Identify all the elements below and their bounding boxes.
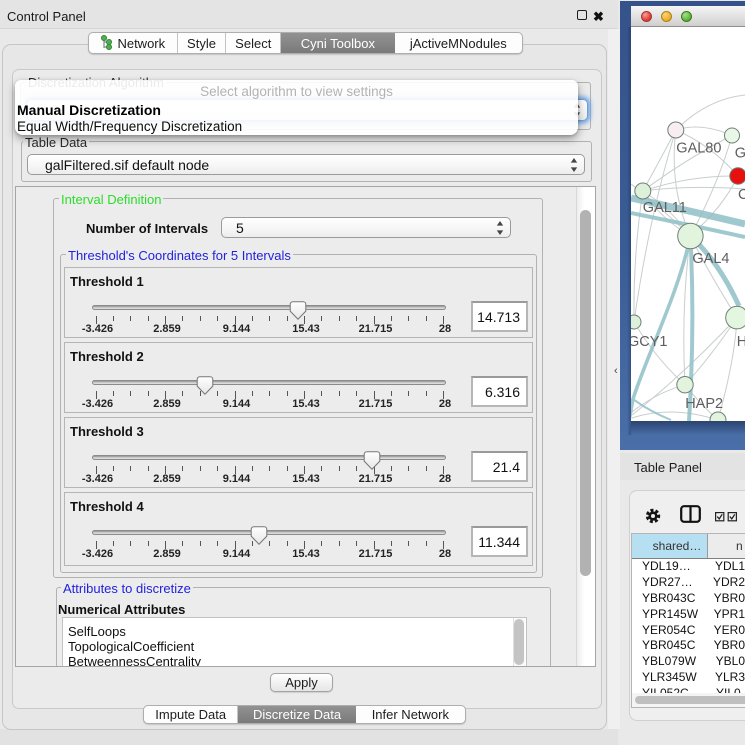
svg-text:H: H [737,334,745,350]
svg-text:GAL4: GAL4 [692,251,729,267]
svg-text:GAL11: GAL11 [643,200,687,216]
svg-text:GCY1: GCY1 [631,334,668,350]
svg-text:GA: GA [735,146,745,162]
svg-text:GAL80: GAL80 [676,140,721,156]
svg-text:HAP2: HAP2 [685,396,723,412]
svg-text:C: C [738,187,745,203]
